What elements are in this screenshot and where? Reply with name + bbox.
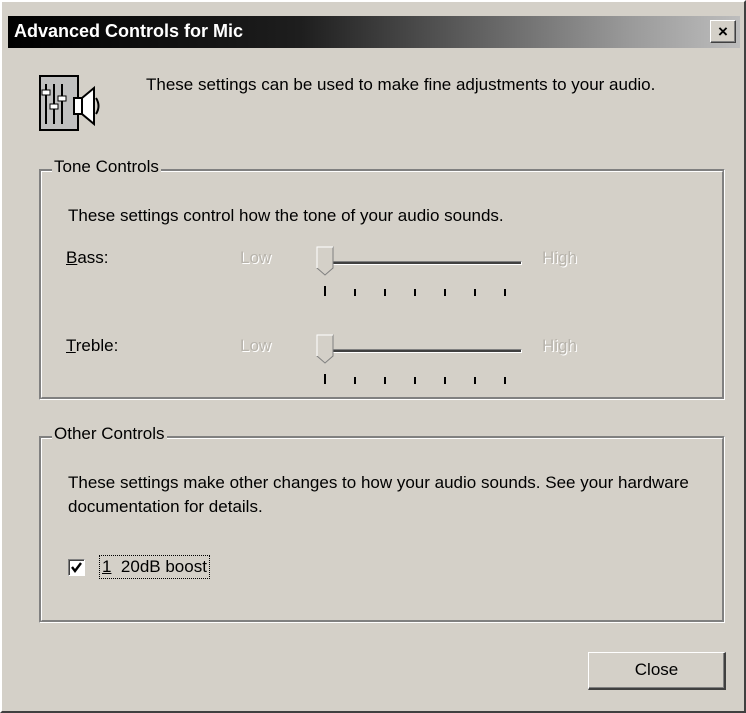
treble-label: Treble: — [66, 336, 119, 355]
title-bar[interactable]: Advanced Controls for Mic × — [8, 16, 740, 48]
treble-slider[interactable] — [316, 334, 526, 394]
treble-slider-track — [322, 349, 522, 353]
bass-high-label: High — [542, 248, 577, 267]
other-controls-group: Other Controls These settings make other… — [39, 424, 725, 623]
treble-slider-thumb[interactable] — [316, 334, 334, 364]
tone-controls-group: Tone Controls These settings control how… — [39, 157, 725, 400]
treble-slider-ticks — [324, 374, 506, 384]
boost-checkbox[interactable] — [68, 559, 85, 576]
bass-slider-thumb[interactable] — [316, 246, 334, 276]
treble-high-label: High — [542, 336, 577, 355]
other-controls-description: These settings make other changes to how… — [68, 473, 689, 516]
close-button[interactable]: Close — [588, 652, 726, 690]
bass-label: Bass: — [66, 248, 109, 267]
window-title: Advanced Controls for Mic — [14, 21, 244, 41]
close-icon[interactable]: × — [710, 20, 736, 43]
speaker-sliders-icon — [39, 75, 100, 131]
advanced-controls-window: Advanced Controls for Mic × These settin… — [0, 0, 746, 713]
bass-slider-track — [322, 261, 522, 265]
tone-controls-description: These settings control how the tone of y… — [68, 206, 504, 225]
bass-slider[interactable] — [316, 246, 526, 306]
other-controls-title: Other Controls — [52, 424, 167, 444]
bass-slider-ticks — [324, 286, 506, 296]
boost-checkbox-label[interactable]: 1 20dB boost — [99, 555, 210, 579]
intro-text: These settings can be used to make fine … — [146, 75, 656, 94]
tone-controls-title: Tone Controls — [52, 157, 161, 177]
bass-low-label: Low — [240, 248, 272, 267]
treble-low-label: Low — [240, 336, 272, 355]
check-mark-icon — [71, 562, 82, 573]
